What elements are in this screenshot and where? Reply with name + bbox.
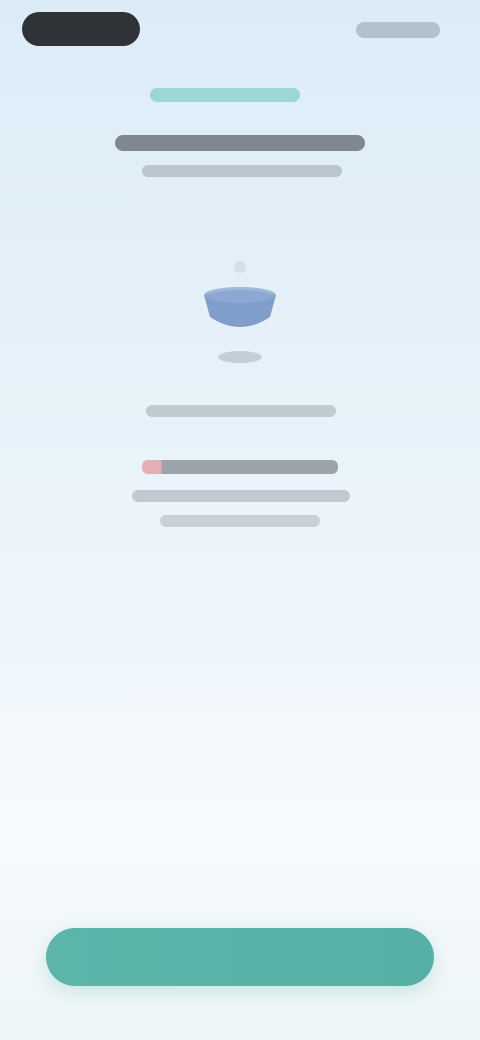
illustration <box>190 255 290 370</box>
body-text-line <box>132 490 350 502</box>
bowl-icon <box>204 261 276 363</box>
body-text-line <box>160 515 320 527</box>
body-text-line <box>146 405 336 417</box>
header-action[interactable] <box>356 22 440 38</box>
primary-action-button[interactable] <box>46 928 434 986</box>
back-pill-button[interactable] <box>22 12 140 46</box>
eyebrow-text <box>150 88 300 102</box>
body-text-line-highlight <box>142 460 338 474</box>
page-subtitle <box>142 165 342 177</box>
page-title <box>115 135 365 151</box>
